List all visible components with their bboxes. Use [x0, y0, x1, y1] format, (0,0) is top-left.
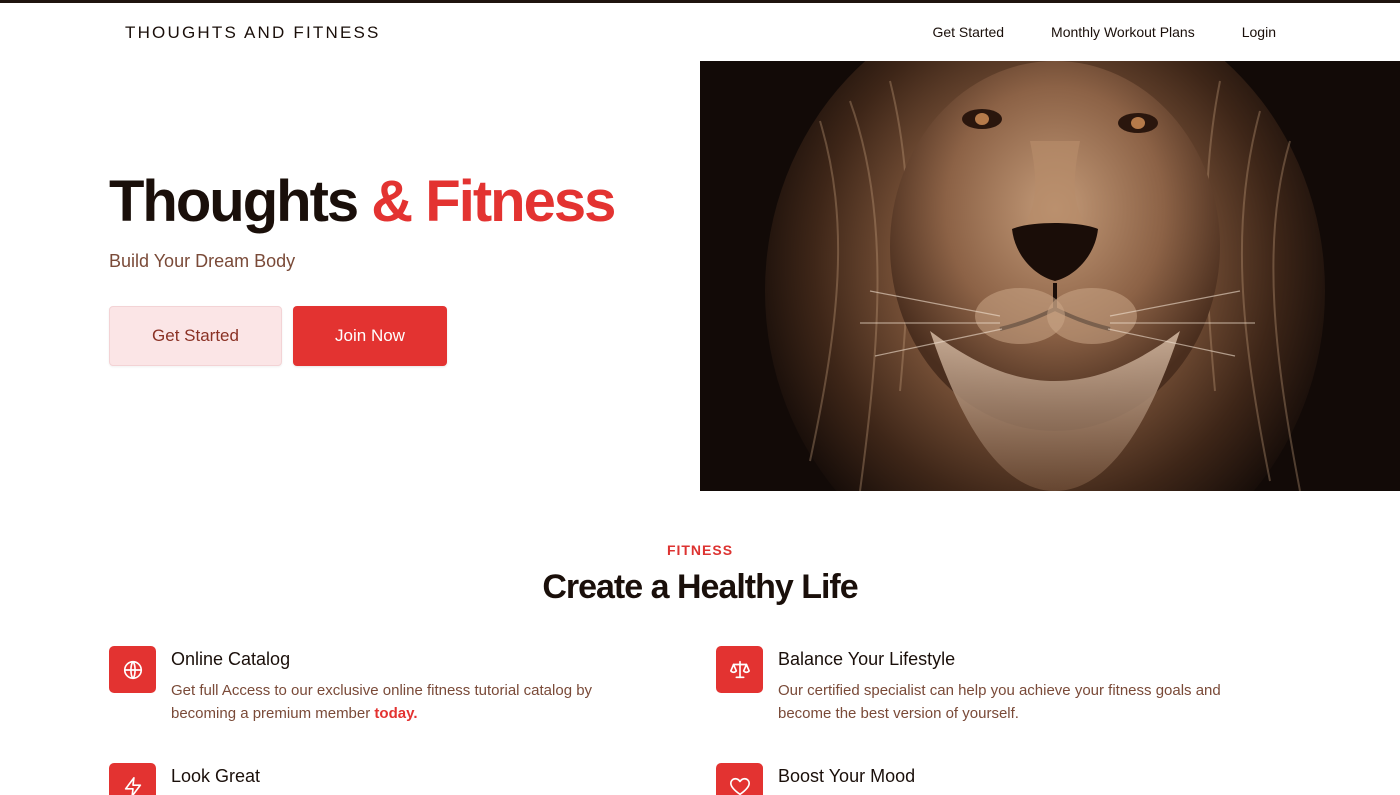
site-brand[interactable]: THOUGHTS AND FITNESS [125, 23, 381, 43]
heart-icon [716, 763, 763, 795]
nav-link-login[interactable]: Login [1242, 24, 1276, 40]
scale-icon [716, 646, 763, 693]
nav-link-monthly-workout-plans[interactable]: Monthly Workout Plans [1051, 24, 1195, 40]
section-tag: FITNESS [666, 542, 734, 558]
feature-title: Boost Your Mood [778, 766, 916, 786]
get-started-button[interactable]: Get Started [109, 306, 282, 366]
nav-links: Get Started Monthly Workout Plans Login [885, 24, 1276, 40]
hero-title-main: Thoughts [109, 169, 359, 234]
hero-text: Thoughts & Fitness Build Your Dream Body [109, 168, 689, 272]
globe-icon [109, 646, 156, 693]
hero-subtitle: Build Your Dream Body [109, 251, 296, 271]
hero-title: Thoughts & Fitness [109, 168, 689, 236]
lion-portrait-image [700, 61, 1400, 491]
join-now-button[interactable]: Join Now [293, 306, 447, 366]
feature-description: Get full Access to our exclusive online … [171, 679, 641, 725]
feature-title: Balance Your Lifestyle [778, 649, 956, 669]
nav-link-get-started[interactable]: Get Started [932, 24, 1004, 40]
hero-title-accent: & Fitness [371, 169, 616, 234]
feature-title: Online Catalog [171, 649, 291, 669]
feature-description-text: Our certified specialist can help you ac… [778, 682, 1221, 722]
feature-description: Our certified specialist can help you ac… [778, 679, 1248, 725]
feature-description-highlight: today. [374, 705, 418, 722]
navbar: THOUGHTS AND FITNESS Get Started Monthly… [0, 3, 1400, 61]
section-title: Create a Healthy Life [542, 568, 858, 606]
feature-title: Look Great [171, 766, 261, 786]
lightning-icon [109, 763, 156, 795]
